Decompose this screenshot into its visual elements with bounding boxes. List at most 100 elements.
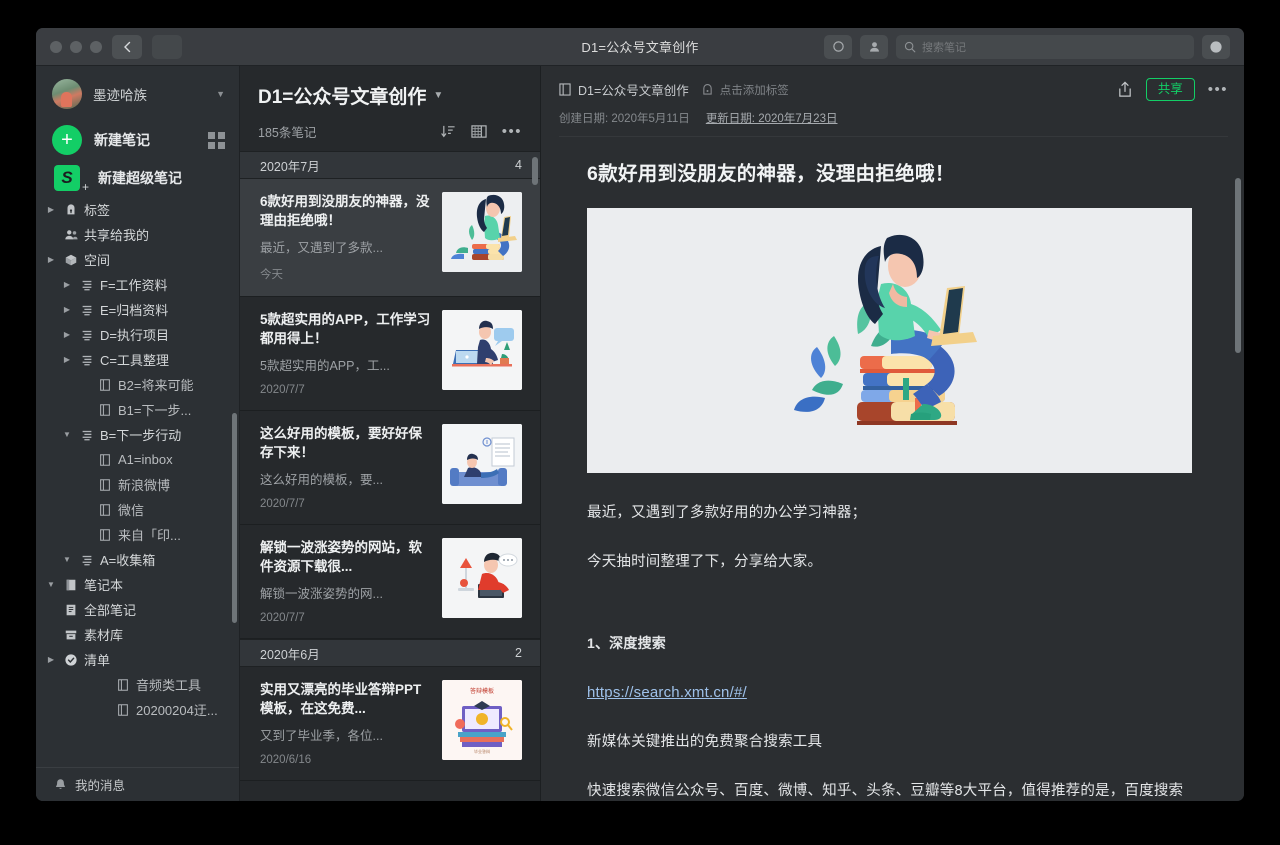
stack-icon [78,428,95,442]
chevron-right-icon[interactable]: ▶ [61,305,73,314]
updated-date[interactable]: 更新日期: 2020年7月23日 [706,110,838,126]
search-input[interactable]: 搜索笔记 [896,34,1194,59]
sidebar-scrollbar-thumb[interactable] [232,413,237,623]
sidebar-item-0[interactable]: 20200204迂... [36,697,239,722]
sidebar-item-15[interactable]: ▶ D=执行项目 [36,322,239,347]
export-icon[interactable] [1117,81,1133,98]
sidebar-item-8[interactable]: 微信 [36,497,239,522]
chevron-down-icon[interactable]: ▼ [61,555,73,564]
note-icon [114,678,131,692]
sidebar-item-9[interactable]: 新浪微博 [36,472,239,497]
sidebar-item-14[interactable]: ▶ C=工具整理 [36,347,239,372]
new-note-button[interactable]: + 新建笔记 [36,119,239,161]
archive-icon [65,630,76,639]
tag-icon [62,203,79,217]
editor-dates: 创建日期: 2020年5月11日 更新日期: 2020年7月23日 [559,110,1228,137]
share-button[interactable]: 共享 [1145,78,1195,101]
sidebar-item-4[interactable]: 全部笔记 [36,597,239,622]
chevron-right-icon[interactable]: ▶ [45,205,57,214]
note-item-date: 今天 [260,269,283,281]
people-icon [62,228,79,242]
sidebar-item-20[interactable]: ▶ 标签 [36,197,239,222]
document-scroll[interactable]: 6款好用到没朋友的神器，没理由拒绝哦！ 最近，又遇到了多款好用的办公学习神器； … [541,137,1244,801]
grid-view-icon[interactable] [208,131,225,149]
sidebar-item-18[interactable]: ▶ 空间 [36,247,239,272]
add-tag-label[interactable]: 点击添加标签 [720,82,789,98]
view-layout-icon[interactable] [471,124,487,139]
note-list-item[interactable]: 6款好用到没朋友的神器，没理由拒绝哦！ 最近，又遇到了多款... 今天 [240,179,540,297]
chevron-down-icon[interactable]: ▼ [45,580,57,589]
note-list-item[interactable]: 实用又漂亮的毕业答辩PPT模板，在这免费... 又到了毕业季，各位... 2020/… [240,667,540,781]
document-paragraph: 快速搜索微信公众号、百度、微博、知乎、头条、豆瓣等8大平台，值得推荐的是，百度搜… [587,783,1184,799]
chevron-down-icon[interactable]: ▼ [61,430,73,439]
note-group-header: 2020年7月 4 [240,151,540,179]
note-list-item[interactable]: 5款超实用的APP，工作学习都用得上！ 5款超实用的APP，工... 2020/7/… [240,297,540,411]
sidebar-item-17[interactable]: ▶ F=工作资料 [36,272,239,297]
account-button[interactable] [860,34,888,59]
window-traffic-lights[interactable] [36,40,102,53]
note-icon [96,453,113,467]
sidebar-item-16[interactable]: ▶ E=归档资料 [36,297,239,322]
sidebar-item-19[interactable]: 共享给我的 [36,222,239,247]
zoom-window-button[interactable] [90,40,102,53]
editor-more-button[interactable]: ••• [1208,82,1228,97]
back-button[interactable] [112,34,142,59]
chevron-right-icon[interactable]: ▶ [45,255,57,264]
chevron-right-icon[interactable]: ▶ [61,355,73,364]
chevron-right-icon[interactable]: ▶ [45,655,57,664]
note-list-scroll[interactable]: 2020年7月 4 6款好用到没朋友的神器，没理由拒绝哦！ 最近，又遇到了多款... 今… [240,151,540,801]
chevron-down-icon[interactable]: ▼ [216,89,225,99]
breadcrumb-notebook[interactable]: D1=公众号文章创作 [578,80,689,99]
sidebar-item-2[interactable]: ▶ 清单 [36,647,239,672]
profile-avatar-button[interactable] [1202,34,1230,59]
note-item-date: 2020/7/7 [260,612,305,624]
clip-button[interactable] [824,34,852,59]
note-list-item[interactable]: 这么好用的模板，要好好保存下来！ 这么好用的模板，要... 2020/7/7 [240,411,540,525]
note-icon [99,478,110,491]
sidebar-item-11[interactable]: ▼ B=下一步行动 [36,422,239,447]
sidebar-item-13[interactable]: B2=将来可能 [36,372,239,397]
note-item-text: 解锁一波涨姿势的网站，软件资源下载很... 解锁一波涨姿势的网... 2020/7/… [260,538,432,624]
sidebar-item-5[interactable]: ▼ 笔记本 [36,572,239,597]
chevron-right-icon[interactable]: ▶ [61,280,73,289]
note-list-panel: D1=公众号文章创作 ▼ 185条笔记 ••• 2020年7月 4 6款好用到没… [240,66,541,801]
note-item-snippet: 最近，又遇到了多款... [260,241,383,255]
editor-scrollbar-thumb[interactable] [1235,178,1241,353]
stack-icon [78,553,95,567]
person-on-sofa-thumbnail [442,424,522,504]
document-link[interactable]: https://search.xmt.cn/#/ [587,679,1194,707]
sidebar-item-label: 清单 [84,653,111,668]
check-circle-icon [62,653,79,667]
toggle-sidebar-button[interactable] [152,34,182,59]
note-icon [99,378,110,391]
note-item-thumbnail [442,192,522,272]
man-at-desk-thumbnail [442,310,522,390]
account-row[interactable]: 墨迹哈族 ▼ [36,66,239,119]
sidebar-item-1[interactable]: 音频类工具 [36,672,239,697]
my-messages-button[interactable]: 我的消息 [36,767,239,801]
minimize-window-button[interactable] [70,40,82,53]
document-paragraph: 新媒体关键推出的免费聚合搜索工具 [587,734,823,750]
sidebar-item-10[interactable]: A1=inbox [36,447,239,472]
sidebar-item-12[interactable]: B1=下一步... [36,397,239,422]
editor-panel: D1=公众号文章创作 点击添加标签 共享 ••• 创建日期: 2020年5月11… [541,66,1244,801]
note-list-title-row[interactable]: D1=公众号文章创作 ▼ [258,82,526,109]
sidebar-item-3[interactable]: 素材库 [36,622,239,647]
sort-icon[interactable] [441,124,456,139]
titlebar-right-tools: 搜索笔记 [824,34,1244,59]
note-list-title: D1=公众号文章创作 [258,87,427,108]
sidebar-item-7[interactable]: 来自「印... [36,522,239,547]
note-list-item[interactable]: 解锁一波涨姿势的网站，软件资源下载很... 解锁一波涨姿势的网... 2020/7/… [240,525,540,639]
chevron-right-icon[interactable]: ▶ [61,330,73,339]
sidebar-item-6[interactable]: ▼ A=收集箱 [36,547,239,572]
new-note-label: 新建笔记 [94,132,150,148]
note-list-scrollbar-thumb[interactable] [532,157,538,185]
close-window-button[interactable] [50,40,62,53]
sidebar-scrollbar[interactable] [232,345,237,645]
tag-icon[interactable] [702,83,713,96]
note-list-more-button[interactable]: ••• [502,124,522,139]
sidebar-item-label: E=归档资料 [100,303,169,318]
chevron-down-icon[interactable]: ▼ [433,90,443,101]
new-super-note-button[interactable]: S 新建超级笔记 [36,161,239,195]
sidebar-item-label: 素材库 [84,628,124,643]
